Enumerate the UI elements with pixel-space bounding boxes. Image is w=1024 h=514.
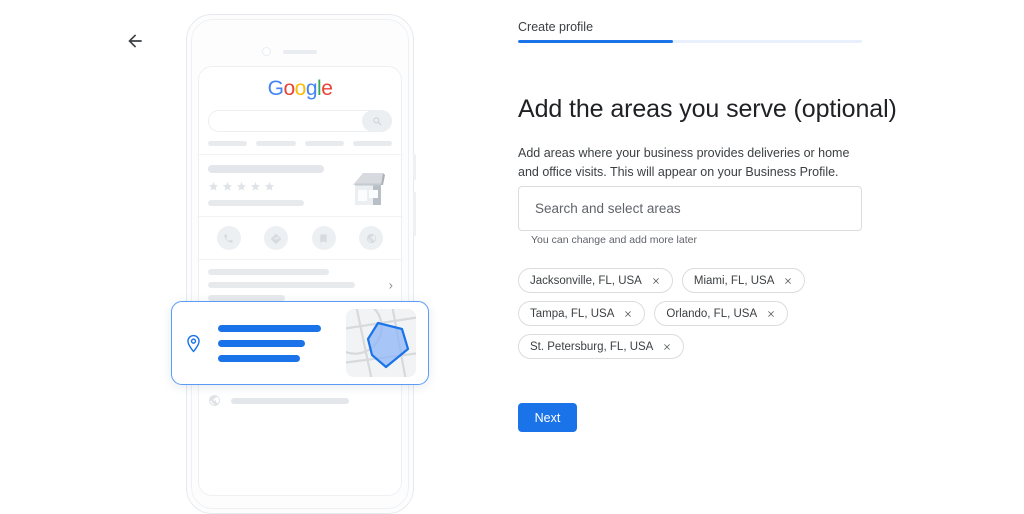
service-area-highlight-card[interactable]	[171, 301, 429, 385]
globe-icon	[209, 395, 220, 406]
phone-camera	[262, 47, 271, 56]
star-icon	[264, 181, 275, 191]
page-title: Add the areas you serve (optional)	[518, 94, 897, 123]
search-input[interactable]	[533, 200, 847, 217]
area-chip-label: St. Petersburg, FL, USA	[530, 340, 654, 353]
close-icon[interactable]	[783, 276, 793, 286]
google-logo-letter: e	[321, 77, 333, 100]
area-chip-label: Orlando, FL, USA	[666, 307, 758, 320]
location-pin-icon	[187, 334, 200, 352]
phone-side-button-power	[413, 192, 416, 236]
star-icon	[250, 181, 261, 191]
area-chip[interactable]: St. Petersburg, FL, USA	[518, 334, 685, 359]
wizard-step-label: Create profile	[518, 20, 594, 34]
preview-action-call[interactable]	[216, 226, 241, 250]
phone-icon	[224, 233, 233, 243]
preview-search-bar[interactable]	[208, 110, 392, 132]
progress-bar	[518, 40, 862, 43]
star-icon	[222, 181, 233, 191]
search-icon	[372, 116, 381, 125]
service-card-line	[218, 339, 305, 347]
preview-action-save[interactable]	[311, 226, 336, 250]
map-area-icon	[346, 309, 416, 377]
arrow-left-icon	[128, 34, 142, 48]
google-logo: Google	[199, 67, 401, 101]
close-icon[interactable]	[623, 309, 633, 319]
chevron-right-icon: ›	[388, 277, 393, 293]
star-icon	[208, 181, 219, 191]
page-root: Google › Create profile Add the areas yo…	[0, 0, 1024, 514]
preview-search-button[interactable]	[362, 110, 392, 132]
placeholder-subtitle	[208, 200, 304, 206]
service-card-line	[218, 354, 300, 362]
google-logo-letter: o	[294, 77, 307, 100]
storefront-icon	[345, 165, 391, 211]
preview-website-row[interactable]	[199, 382, 401, 418]
service-card-lines	[214, 324, 335, 362]
preview-action-directions[interactable]	[264, 226, 289, 250]
selected-areas-list: Jacksonville, FL, USA Miami, FL, USA Tam…	[518, 268, 898, 359]
preview-action-website[interactable]	[359, 226, 384, 250]
bookmark-icon	[320, 233, 327, 243]
phone-screen: Google ›	[198, 66, 402, 496]
area-chip[interactable]: Jacksonville, FL, USA	[518, 268, 673, 293]
progress-bar-fill	[518, 40, 673, 43]
form-panel: Create profile Add the areas you serve (…	[518, 0, 978, 514]
area-chip[interactable]: Orlando, FL, USA	[654, 301, 789, 326]
placeholder-line	[208, 269, 330, 275]
google-logo-letter: G	[267, 77, 284, 100]
area-chip-label: Tampa, FL, USA	[530, 307, 615, 320]
directions-icon	[270, 233, 281, 244]
placeholder-title	[208, 165, 324, 173]
area-chip-label: Jacksonville, FL, USA	[530, 274, 642, 287]
phone-side-button-volume	[413, 154, 416, 180]
close-icon[interactable]	[662, 342, 672, 352]
placeholder-chip	[208, 141, 248, 146]
placeholder-chip	[256, 141, 296, 146]
placeholder-line	[208, 282, 356, 288]
website-icon	[366, 233, 376, 243]
search-areas-box[interactable]	[518, 186, 862, 231]
area-chip[interactable]: Tampa, FL, USA	[518, 301, 646, 326]
close-icon[interactable]	[766, 309, 776, 319]
preview-action-row	[199, 216, 401, 259]
next-button[interactable]: Next	[518, 403, 577, 432]
placeholder-chip	[304, 141, 344, 146]
star-icon	[236, 181, 247, 191]
search-hint: You can change and add more later	[531, 234, 697, 246]
google-logo-letter: o	[283, 77, 295, 100]
area-chip[interactable]: Miami, FL, USA	[681, 268, 806, 293]
back-button[interactable]	[122, 28, 148, 54]
service-card-line	[218, 324, 321, 332]
preview-chip-row	[199, 132, 401, 154]
phone-speaker	[283, 50, 317, 54]
close-icon[interactable]	[651, 276, 661, 286]
phone-preview: Google ›	[186, 14, 416, 514]
area-chip-label: Miami, FL, USA	[693, 274, 775, 287]
placeholder-line	[231, 397, 349, 404]
google-logo-letter: g	[305, 77, 318, 100]
preview-business-card	[199, 154, 401, 216]
page-description: Add areas where your business provides d…	[518, 145, 850, 179]
placeholder-chip	[352, 141, 392, 146]
